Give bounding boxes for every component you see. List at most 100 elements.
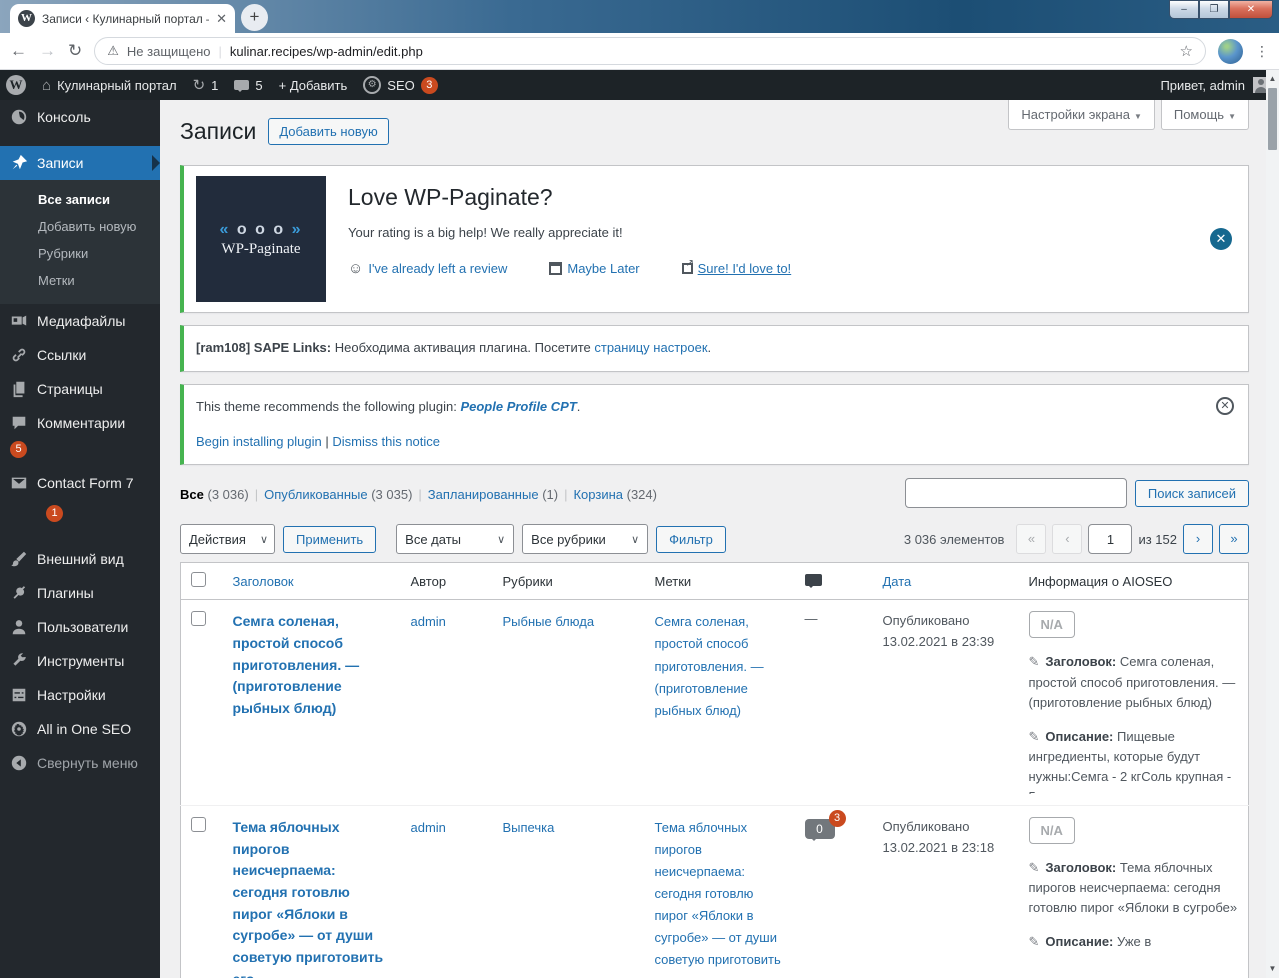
- scroll-up-icon[interactable]: ▲: [1266, 72, 1279, 86]
- window-minimize-button[interactable]: –: [1169, 0, 1199, 19]
- tab-close-icon[interactable]: ✕: [216, 11, 227, 27]
- adminbar-updates[interactable]: ↻ 1: [193, 76, 219, 94]
- help-button[interactable]: Помощь ▼: [1160, 100, 1249, 130]
- sidebar-item-posts[interactable]: Записи: [0, 146, 160, 180]
- post-date: 13.02.2021 в 23:18: [882, 839, 995, 855]
- select-all-checkbox[interactable]: [191, 572, 206, 588]
- sort-by-date[interactable]: Дата: [883, 574, 912, 589]
- sidebar-item-contact-form-7[interactable]: Contact Form 7 1: [0, 466, 160, 530]
- last-page-button[interactable]: »: [1219, 524, 1249, 555]
- add-new-post-button[interactable]: Добавить новую: [268, 118, 389, 145]
- sidebar-item-tools[interactable]: Инструменты: [0, 644, 160, 678]
- window-close-button[interactable]: ✕: [1229, 0, 1273, 19]
- search-posts-input[interactable]: [904, 478, 1127, 509]
- browser-scrollbar[interactable]: ▲ ▼: [1266, 70, 1279, 978]
- begin-installing-plugin-link[interactable]: Begin installing plugin: [196, 434, 322, 449]
- maybe-later-link[interactable]: Maybe Later: [549, 260, 640, 277]
- security-label[interactable]: Не защищено: [127, 44, 211, 59]
- prev-page-button[interactable]: ‹: [1052, 524, 1083, 555]
- submenu-tags[interactable]: Метки: [0, 267, 160, 294]
- submenu-add-new[interactable]: Добавить новую: [0, 213, 160, 240]
- submenu-categories[interactable]: Рубрики: [0, 240, 160, 267]
- adminbar-add-new[interactable]: + Добавить: [279, 78, 348, 93]
- filter-trash[interactable]: Корзина: [573, 487, 623, 502]
- author-link[interactable]: admin: [411, 820, 446, 835]
- window-restore-button[interactable]: ❐: [1199, 0, 1229, 19]
- dates-filter-select[interactable]: Все даты ∨: [396, 524, 515, 555]
- tags-link[interactable]: Тема яблочных пирогов неисчерпаема: сего…: [655, 820, 781, 978]
- scroll-down-icon[interactable]: ▼: [1266, 962, 1279, 976]
- filter-scheduled[interactable]: Запланированные: [428, 487, 539, 502]
- sidebar-item-users[interactable]: Пользователи: [0, 610, 160, 644]
- sidebar-item-comments[interactable]: Комментарии 5: [0, 406, 160, 466]
- rubrics-filter-select[interactable]: Все рубрики ∨: [522, 524, 649, 555]
- current-page-input[interactable]: [1088, 524, 1133, 555]
- wp-logo-icon[interactable]: W: [6, 75, 26, 95]
- adminbar-seo[interactable]: ⚙ SEO 3: [363, 76, 438, 94]
- rubric-link[interactable]: Рыбные блюда: [503, 614, 595, 629]
- submenu-all-posts[interactable]: Все записи: [0, 186, 160, 213]
- filter-count: (3 035): [371, 487, 413, 503]
- aioseo-score-button[interactable]: N/A: [1028, 611, 1075, 639]
- bulk-actions-select[interactable]: Действия ∨: [180, 524, 275, 555]
- browser-tab[interactable]: W Записи ‹ Кулинарный портал — ✕: [10, 4, 235, 33]
- sidebar-item-label: Консоль: [37, 109, 91, 125]
- aioseo-title-block[interactable]: ✎ Заголовок: Тема яблочных пирогов неисче…: [1029, 858, 1239, 918]
- adminbar-site-name[interactable]: ⌂ Кулинарный портал: [42, 77, 177, 94]
- settings-page-link[interactable]: страницу настроек: [594, 340, 707, 355]
- address-bar[interactable]: ⚠ Не защищено | kulinar.recipes/wp-admin…: [94, 37, 1206, 65]
- aioseo-score-button[interactable]: N/A: [1028, 816, 1075, 844]
- tags-link[interactable]: Семга соленая, простой способ приготовле…: [655, 614, 764, 717]
- already-reviewed-link[interactable]: ☺ I've already left a review: [348, 260, 507, 277]
- browser-menu-icon[interactable]: ⋮: [1255, 44, 1269, 58]
- adminbar-comments[interactable]: 5: [234, 78, 263, 93]
- post-title-link[interactable]: Тема яблочных пирогов неисчерпаема: сего…: [233, 817, 391, 978]
- people-profile-cpt-link[interactable]: People Profile CPT: [460, 399, 576, 414]
- aioseo-description-block[interactable]: ✎ Описание: Пищевые ингредиенты, которые …: [1029, 727, 1239, 794]
- sidebar-item-appearance[interactable]: Внешний вид: [0, 542, 160, 576]
- reload-icon[interactable]: ↻: [68, 41, 82, 61]
- updates-icon: ↻: [192, 77, 206, 94]
- pending-comments-count: 0: [816, 821, 823, 836]
- sort-by-title[interactable]: Заголовок: [233, 574, 294, 589]
- url-text[interactable]: kulinar.recipes/wp-admin/edit.php: [230, 44, 423, 59]
- rubric-link[interactable]: Выпечка: [503, 820, 555, 835]
- post-title-link[interactable]: Семга соленая, простой способ приготовле…: [233, 611, 391, 719]
- sidebar-item-settings[interactable]: Настройки: [0, 678, 160, 712]
- tab-title: Записи ‹ Кулинарный портал —: [42, 11, 210, 26]
- apply-button[interactable]: Применить: [283, 525, 377, 553]
- forward-icon[interactable]: →: [39, 41, 56, 61]
- filter-all[interactable]: Все: [180, 487, 204, 502]
- sidebar-item-aioseo[interactable]: All in One SEO: [0, 712, 160, 746]
- back-icon[interactable]: ←: [10, 41, 27, 61]
- sidebar-item-dashboard[interactable]: Консоль: [0, 100, 160, 134]
- row-checkbox[interactable]: [191, 611, 206, 627]
- aioseo-title-block[interactable]: ✎ Заголовок: Семга соленая, простой спосо…: [1029, 652, 1239, 712]
- first-page-button[interactable]: «: [1016, 524, 1047, 555]
- author-link[interactable]: admin: [411, 614, 446, 629]
- posts-submenu: Все записи Добавить новую Рубрики Метки: [0, 180, 160, 304]
- browser-profile-avatar[interactable]: [1218, 38, 1243, 64]
- dismiss-notice-icon[interactable]: ✕: [1210, 228, 1232, 250]
- search-posts-button[interactable]: Поиск записей: [1134, 479, 1249, 507]
- filter-button[interactable]: Фильтр: [656, 525, 726, 553]
- row-checkbox[interactable]: [191, 816, 206, 832]
- sidebar-item-label: Комментарии: [37, 415, 126, 431]
- screen-options-button[interactable]: Настройки экрана ▼: [1008, 100, 1155, 130]
- dismiss-notice-icon[interactable]: ✕: [1216, 396, 1234, 415]
- sidebar-item-plugins[interactable]: Плагины: [0, 576, 160, 610]
- bookmark-star-icon[interactable]: ☆: [1180, 42, 1193, 60]
- aioseo-description-block[interactable]: ✎ Описание: Уже в: [1029, 932, 1239, 952]
- adminbar-account[interactable]: Привет, admin: [1160, 77, 1269, 93]
- rate-now-link[interactable]: Sure! I'd love to!: [681, 258, 791, 277]
- sidebar-item-links[interactable]: Ссылки: [0, 338, 160, 372]
- new-tab-button[interactable]: +: [241, 4, 268, 31]
- scrollbar-thumb[interactable]: [1268, 88, 1277, 150]
- sidebar-collapse-menu[interactable]: Свернуть меню: [0, 746, 160, 780]
- sidebar-item-media[interactable]: Медиафайлы: [0, 304, 160, 338]
- sidebar-item-pages[interactable]: Страницы: [0, 372, 160, 406]
- comments-bubble[interactable]: 0 3: [804, 809, 846, 841]
- dismiss-notice-link[interactable]: Dismiss this notice: [332, 434, 440, 449]
- next-page-button[interactable]: ›: [1183, 524, 1213, 555]
- filter-published[interactable]: Опубликованные: [264, 487, 368, 502]
